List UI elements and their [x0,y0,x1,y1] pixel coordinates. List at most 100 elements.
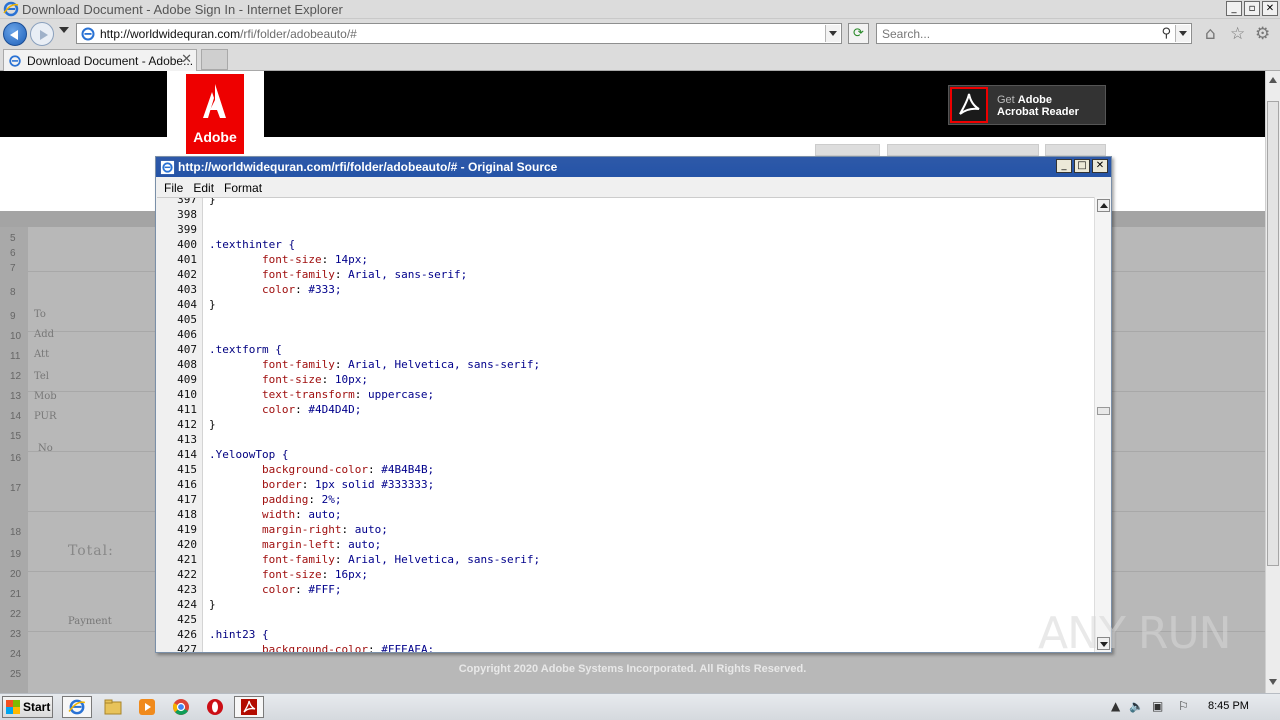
url-path: /rfi/folder/adobeauto/# [240,26,357,41]
menu-edit[interactable]: Edit [193,181,214,195]
copyright-footer: Copyright 2020 Adobe Systems Incorporate… [458,663,807,675]
network-icon[interactable]: ▣ [1152,699,1163,713]
tab-close-icon[interactable]: ✕ [181,52,192,67]
restore-button[interactable]: ▫ [1244,1,1260,16]
code-text: font-size: 14px; [261,253,368,266]
source-close-button[interactable]: ✕ [1092,159,1108,173]
code-line: 416 border: 1px solid #333333; [157,477,1094,492]
acrobat-icon [950,87,988,123]
code-text: } [209,598,216,611]
taskbar-opera-icon[interactable] [200,696,230,718]
source-scroll-thumb[interactable] [1097,407,1110,415]
line-number: 416 [177,478,197,491]
anyrun-watermark: ANY RUN [1038,608,1232,659]
source-scrollbar[interactable] [1094,197,1111,652]
page-scroll-thumb[interactable] [1267,101,1279,566]
code-line: 423 color: #FFF; [157,582,1094,597]
header-nav-tab [1045,144,1106,156]
code-text: } [209,197,216,206]
source-minimize-button[interactable]: _ [1056,159,1072,173]
adobe-logo: Adobe [186,74,244,154]
close-button[interactable]: ✕ [1262,1,1278,16]
code-text: font-size: 10px; [261,373,368,386]
code-text: font-size: 16px; [261,568,368,581]
code-text: .hint23 { [209,628,269,641]
code-line: 409 font-size: 10px; [157,372,1094,387]
line-number: 403 [177,283,197,296]
tab-download-document[interactable]: Download Document - Adobe... ✕ [3,49,197,71]
taskbar-internet-explorer-icon[interactable] [62,696,92,718]
code-line: 410 text-transform: uppercase; [157,387,1094,402]
scroll-up-icon[interactable] [1269,77,1277,83]
search-dropdown-icon[interactable] [1175,25,1190,42]
adobe-a-icon [203,84,226,118]
start-button[interactable]: Start [2,696,53,718]
code-text: font-family: Arial, Helvetica, sans-seri… [261,553,541,566]
forward-button[interactable] [30,22,54,46]
code-text: background-color: #FFEAEA; [261,643,435,652]
line-number: 398 [177,208,197,221]
line-number: 410 [177,388,197,401]
tray-expand-icon[interactable]: ▲ [1111,699,1120,713]
taskbar-acrobat-icon[interactable] [234,696,264,718]
source-code-view[interactable]: 397} 398 399 400 .texthinter {401 font-size:… [157,197,1094,652]
url-host: http://worldwidequran.com [100,26,241,41]
volume-icon[interactable]: 🔈 [1129,699,1144,713]
line-number: 420 [177,538,197,551]
taskbar-media-player-icon[interactable] [132,696,162,718]
source-window-title: http://worldwidequran.com/rfi/folder/ado… [178,160,558,174]
code-text: background-color: #4B4B4B; [261,463,435,476]
new-tab-button[interactable] [201,49,228,70]
code-text: font-family: Arial, Helvetica, sans-seri… [261,358,541,371]
code-text: color: #333; [261,283,342,296]
code-line: 407 .textform { [157,342,1094,357]
code-line: 405 [157,312,1094,327]
code-line: 426 .hint23 { [157,627,1094,642]
action-center-flag-icon[interactable]: ⚐ [1178,699,1189,713]
code-line: 414 .YeloowTop { [157,447,1094,462]
refresh-icon[interactable]: ⟳ [848,23,869,44]
address-dropdown-icon[interactable] [825,25,840,42]
source-scroll-up-icon[interactable] [1097,199,1110,212]
tab-bar: Download Document - Adobe... ✕ [0,48,1280,71]
view-source-window: http://worldwidequran.com/rfi/folder/ado… [155,156,1112,653]
home-icon[interactable]: ⌂ [1205,24,1216,44]
code-text: .texthinter { [209,238,296,251]
clock: 8:45 PM [1208,700,1249,712]
history-dropdown-icon[interactable] [59,27,69,33]
get-reader-line2: Acrobat Reader [997,106,1079,118]
favorites-star-icon[interactable]: ☆ [1230,24,1245,44]
search-icon[interactable]: ⚲ [1161,26,1171,41]
taskbar-explorer-folder-icon[interactable] [98,696,128,718]
line-number: 405 [177,313,197,326]
search-box[interactable]: Search... ⚲ [876,23,1192,44]
address-bar[interactable]: http://worldwidequran.com/rfi/folder/ado… [76,23,842,44]
page-scrollbar[interactable] [1265,71,1280,693]
code-text: margin-right: auto; [261,523,388,536]
line-number: 407 [177,343,197,356]
code-text: } [209,418,216,431]
line-number: 402 [177,268,197,281]
line-number: 424 [177,598,197,611]
taskbar-chrome-icon[interactable] [166,696,196,718]
code-line: 418 width: auto; [157,507,1094,522]
get-acrobat-reader-button[interactable]: Get Adobe Acrobat Reader [948,85,1106,125]
line-number: 417 [177,493,197,506]
search-input[interactable]: Search... [882,27,930,41]
minimize-button[interactable]: _ [1226,1,1242,16]
source-title-bar: http://worldwidequran.com/rfi/folder/ado… [156,157,1111,177]
menu-file[interactable]: File [164,181,183,195]
source-maximize-button[interactable]: □ [1074,159,1090,173]
menu-format[interactable]: Format [224,181,262,195]
code-line: 399 [157,222,1094,237]
start-label: Start [23,700,51,714]
line-number: 426 [177,628,197,641]
internet-explorer-icon [3,1,19,17]
line-number: 411 [177,403,197,416]
adobe-logo-text: Adobe [193,129,237,145]
code-text: color: #4D4D4D; [261,403,362,416]
scroll-down-icon[interactable] [1269,679,1277,685]
settings-gear-icon[interactable]: ⚙ [1255,24,1270,44]
line-number: 421 [177,553,197,566]
back-button[interactable] [3,22,27,46]
